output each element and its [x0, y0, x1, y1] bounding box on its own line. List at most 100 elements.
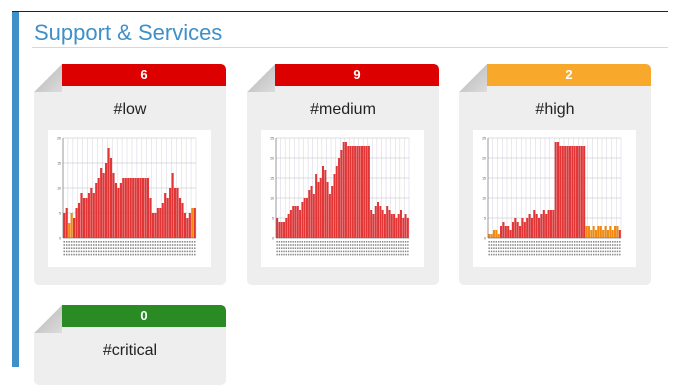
chart-panel[interactable]: 0 5 10 15 20 — [48, 130, 211, 267]
chart-bar — [278, 222, 281, 238]
x-tick-mark — [495, 253, 498, 256]
x-tick-mark — [512, 244, 514, 246]
chart-panel[interactable]: 0 5 10 15 20 25 — [473, 130, 636, 267]
x-tick-mark — [147, 250, 149, 253]
x-tick-mark — [299, 244, 301, 246]
x-tick-mark — [585, 250, 588, 253]
x-tick-mark — [576, 244, 578, 246]
x-tick-mark — [540, 250, 543, 253]
x-tick-mark — [552, 244, 555, 246]
x-tick-mark — [85, 253, 88, 256]
x-tick-mark — [490, 250, 493, 253]
x-tick-mark — [361, 250, 363, 253]
x-tick-mark — [154, 250, 157, 253]
x-tick-mark — [120, 250, 122, 253]
x-tick-mark — [169, 241, 171, 243]
x-tick-mark — [78, 250, 80, 253]
x-tick-mark — [488, 247, 490, 249]
card-high[interactable]: 2 #high 0 5 10 15 20 25 — [459, 64, 651, 285]
x-tick-mark — [278, 250, 281, 253]
x-tick-mark — [604, 253, 607, 256]
x-tick-mark — [507, 244, 509, 246]
x-tick-mark — [162, 244, 164, 246]
x-tick-mark — [137, 247, 139, 249]
x-tick-mark — [283, 244, 285, 246]
x-tick-mark — [531, 253, 533, 256]
chart-bar — [305, 198, 308, 238]
chart-bar — [500, 226, 503, 238]
chart-bar — [571, 146, 574, 238]
chart-bar — [535, 214, 538, 238]
x-tick-mark — [497, 253, 500, 256]
x-tick-mark — [381, 244, 384, 246]
x-tick-mark — [379, 253, 382, 256]
x-tick-mark — [164, 250, 166, 253]
x-tick-mark — [564, 244, 566, 246]
x-tick-mark — [317, 247, 320, 249]
x-tick-mark — [490, 244, 493, 246]
x-tick-mark — [397, 247, 400, 249]
x-tick-mark — [569, 250, 571, 253]
x-tick-mark — [521, 250, 524, 253]
chart-bar — [134, 178, 137, 238]
x-tick-mark — [388, 247, 391, 249]
card-medium[interactable]: 9 #medium 0 5 10 15 20 25 — [247, 64, 439, 285]
x-tick-mark — [176, 253, 179, 256]
x-tick-mark — [184, 253, 186, 256]
chart-bar — [289, 210, 292, 238]
x-tick-mark — [400, 250, 402, 253]
x-tick-mark — [597, 250, 600, 253]
x-tick-mark — [379, 244, 382, 246]
y-tick-label: 15 — [57, 162, 61, 166]
x-tick-mark — [100, 247, 102, 249]
x-tick-mark — [592, 247, 595, 249]
chart-bar — [331, 186, 334, 238]
x-tick-mark — [179, 253, 181, 256]
x-tick-mark — [137, 253, 139, 256]
chart-bar — [516, 222, 519, 238]
x-tick-mark — [294, 250, 297, 253]
x-tick-mark — [407, 244, 409, 246]
x-tick-mark — [562, 250, 564, 253]
x-tick-mark — [342, 247, 345, 249]
chart-bar — [301, 202, 304, 238]
x-tick-mark — [400, 247, 402, 249]
x-tick-mark — [528, 253, 531, 256]
x-tick-mark — [112, 250, 115, 253]
card-low[interactable]: 6 #low 0 5 10 15 20 — [34, 64, 226, 285]
x-tick-mark — [497, 241, 500, 243]
x-tick-mark — [310, 247, 313, 249]
chart-bar — [552, 210, 555, 238]
x-tick-mark — [505, 253, 507, 256]
x-tick-mark — [370, 253, 372, 256]
y-tick-label: 20 — [482, 157, 486, 161]
x-tick-mark — [88, 253, 90, 256]
chart-panel[interactable]: 0 5 10 15 20 25 — [261, 130, 424, 267]
x-tick-mark — [290, 253, 292, 256]
x-tick-mark — [85, 244, 88, 246]
x-tick-mark — [313, 244, 315, 246]
x-tick-mark — [552, 250, 555, 253]
x-tick-mark — [297, 244, 299, 246]
x-tick-mark — [493, 247, 495, 249]
x-tick-mark — [315, 253, 317, 256]
x-tick-mark — [107, 250, 110, 253]
x-tick-mark — [308, 250, 310, 253]
chart-bar — [538, 218, 541, 238]
x-tick-mark — [306, 241, 308, 243]
x-tick-mark — [299, 247, 301, 249]
x-tick-mark — [500, 247, 502, 249]
x-tick-mark — [129, 241, 132, 243]
chart-bar — [139, 178, 142, 238]
x-tick-mark — [619, 253, 621, 256]
x-tick-mark — [384, 244, 386, 246]
x-tick-mark — [559, 241, 562, 243]
x-tick-mark — [169, 247, 171, 249]
x-tick-mark — [379, 250, 382, 253]
card-critical[interactable]: 0 #critical — [34, 305, 226, 385]
x-tick-mark — [547, 241, 550, 243]
chart-bar — [146, 178, 150, 238]
x-tick-mark — [194, 250, 196, 253]
x-tick-mark — [616, 241, 619, 243]
chart-bar — [549, 210, 552, 238]
